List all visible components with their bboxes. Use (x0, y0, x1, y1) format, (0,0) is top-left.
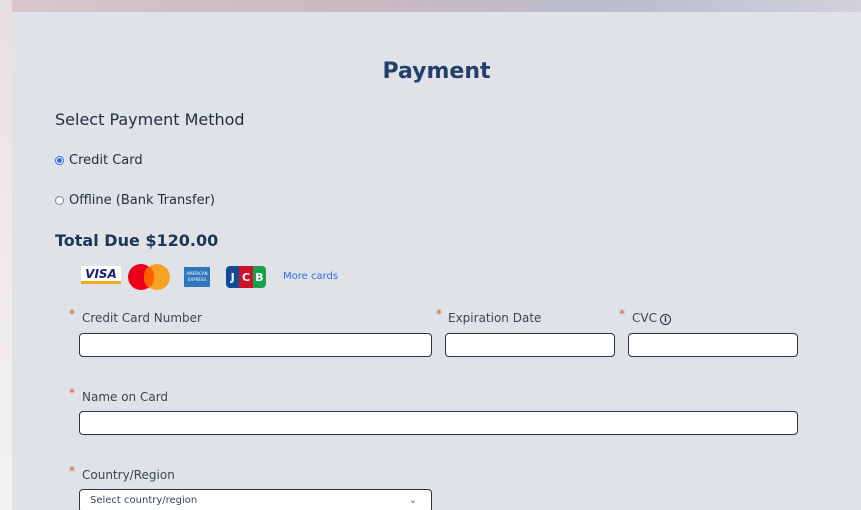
radio-credit-card[interactable]: Credit Card (55, 153, 143, 168)
payment-panel: Payment Select Payment Method Credit Car… (12, 12, 861, 510)
card-number-input[interactable] (79, 333, 432, 357)
required-marker: * (69, 464, 75, 478)
country-region-placeholder: Select country/region (90, 495, 198, 506)
background-edge (0, 0, 12, 510)
cvc-input[interactable] (628, 333, 798, 357)
jcb-logo-icon: J C B (226, 266, 266, 288)
cvc-label: CVC i (632, 311, 671, 325)
background-strip (0, 0, 861, 12)
info-icon[interactable]: i (659, 314, 671, 325)
required-marker: * (69, 386, 75, 400)
radio-unselected-icon[interactable] (55, 196, 64, 205)
radio-credit-card-label: Credit Card (69, 153, 143, 168)
expiration-date-input[interactable] (445, 333, 615, 357)
page-title: Payment (382, 59, 491, 84)
required-marker: * (436, 307, 442, 321)
expiration-date-label: Expiration Date (448, 311, 542, 325)
radio-offline-bank-transfer[interactable]: Offline (Bank Transfer) (55, 193, 215, 208)
name-on-card-label: Name on Card (82, 390, 169, 404)
card-number-label: Credit Card Number (82, 311, 202, 325)
total-due: Total Due $120.00 (55, 231, 219, 250)
country-region-label: Country/Region (82, 468, 175, 482)
name-on-card-input[interactable] (79, 411, 798, 435)
required-marker: * (69, 307, 75, 321)
visa-logo-icon: VISA (81, 266, 121, 284)
country-region-select[interactable]: Select country/region ⌄ (79, 489, 432, 510)
amex-logo-icon: AMERICAN EXPRESS (184, 267, 210, 287)
cvc-label-text: CVC (632, 311, 657, 325)
mastercard-logo-icon (128, 264, 170, 290)
payment-method-heading: Select Payment Method (55, 110, 245, 129)
radio-offline-label: Offline (Bank Transfer) (69, 193, 215, 208)
more-cards-link[interactable]: More cards (283, 271, 338, 282)
chevron-down-icon: ⌄ (408, 495, 417, 506)
radio-selected-icon[interactable] (55, 156, 64, 165)
required-marker: * (619, 307, 625, 321)
